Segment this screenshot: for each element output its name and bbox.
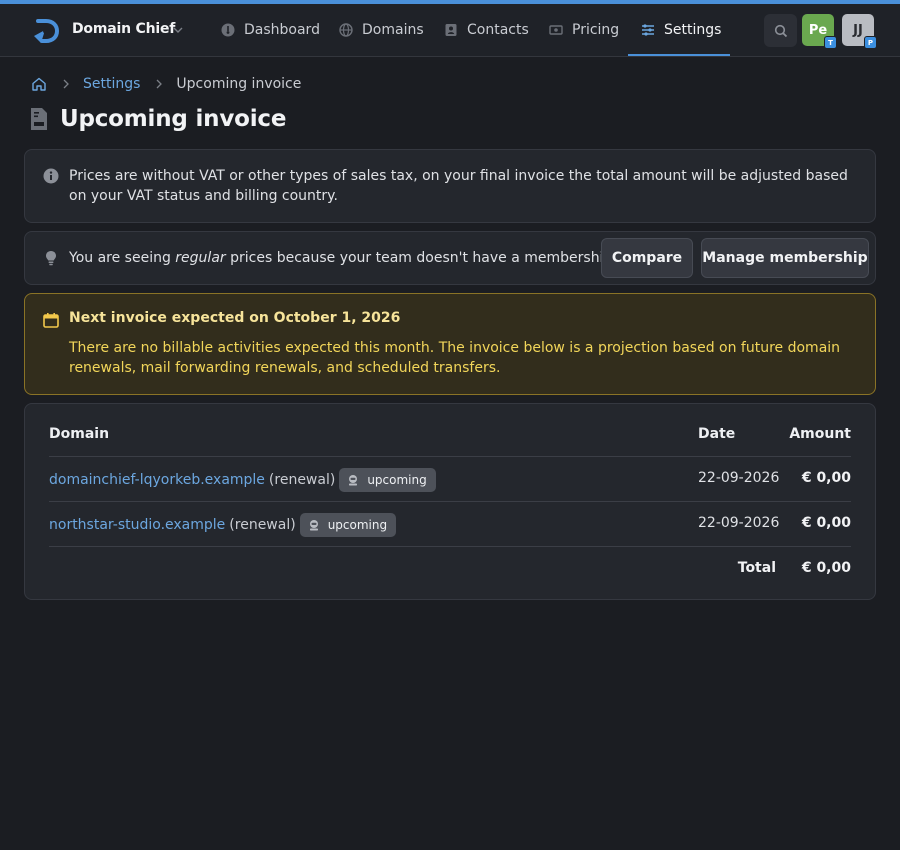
next-invoice-title: Next invoice expected on October 1, 2026 bbox=[69, 310, 401, 326]
table-row-date: 22-09-2026 bbox=[698, 470, 780, 486]
nav-settings-label: Settings bbox=[664, 22, 722, 38]
nav-pricing-label: Pricing bbox=[572, 22, 620, 38]
nav-dashboard[interactable]: Dashboard bbox=[221, 4, 320, 56]
search-icon bbox=[774, 24, 787, 37]
lightbulb-icon bbox=[46, 251, 56, 266]
membership-notice-suffix: prices because your team doesn't have a … bbox=[225, 250, 617, 266]
calendar-icon bbox=[43, 313, 59, 328]
search-button[interactable] bbox=[764, 14, 797, 47]
domain-link[interactable]: northstar-studio.example bbox=[49, 517, 225, 533]
manage-membership-button[interactable]: Manage membership bbox=[701, 238, 869, 278]
team-avatar-initials: JJ bbox=[853, 22, 863, 38]
robot-icon bbox=[349, 475, 358, 486]
total-label: Total bbox=[737, 560, 776, 576]
invoice-table: Domain Date Amount domainchief-lqyorkeb.… bbox=[24, 403, 876, 600]
compare-button[interactable]: Compare bbox=[601, 238, 693, 278]
pricing-icon bbox=[549, 25, 563, 35]
renewal-type: (renewal) bbox=[268, 472, 336, 488]
breadcrumb-current: Upcoming invoice bbox=[176, 76, 302, 92]
chevron-right-icon bbox=[63, 79, 69, 89]
next-invoice-description: There are no billable activities expecte… bbox=[69, 340, 841, 376]
nav-dashboard-label: Dashboard bbox=[244, 22, 320, 38]
column-header-domain: Domain bbox=[49, 426, 110, 442]
domain-link[interactable]: domainchief-lqyorkeb.example bbox=[49, 472, 265, 488]
status-badge-label: upcoming bbox=[367, 473, 427, 487]
table-row-amount: € 0,00 bbox=[801, 470, 851, 486]
breadcrumb: Settings Upcoming invoice bbox=[31, 76, 301, 92]
vat-notice: Prices are without VAT or other types of… bbox=[24, 149, 876, 223]
membership-notice-emphasis: regular bbox=[175, 250, 226, 266]
membership-notice: You are seeing regular prices because yo… bbox=[24, 231, 876, 285]
chevron-right-icon bbox=[156, 79, 163, 89]
vat-notice-text: Prices are without VAT or other types of… bbox=[69, 168, 848, 204]
breadcrumb-settings-link[interactable]: Settings bbox=[83, 76, 140, 92]
contacts-icon bbox=[445, 24, 457, 36]
plan-badge: P bbox=[864, 36, 877, 49]
total-amount: € 0,00 bbox=[801, 560, 851, 576]
nav-domains-label: Domains bbox=[362, 22, 424, 38]
renewal-type: (renewal) bbox=[229, 517, 296, 533]
membership-notice-text: You are seeing regular prices because yo… bbox=[69, 248, 617, 268]
next-invoice-alert: Next invoice expected on October 1, 2026… bbox=[24, 293, 876, 395]
top-navbar: Domain Chief Dashboard Domains Contacts … bbox=[0, 4, 900, 57]
row-divider bbox=[49, 501, 851, 502]
domain-chief-logo[interactable] bbox=[32, 16, 60, 44]
status-badge-label: upcoming bbox=[327, 518, 388, 532]
nav-settings[interactable]: Settings bbox=[641, 4, 721, 56]
table-row-domain: domainchief-lqyorkeb.example (renewal) u… bbox=[49, 468, 436, 492]
nav-contacts[interactable]: Contacts bbox=[444, 4, 529, 56]
table-row-amount: € 0,00 bbox=[801, 515, 851, 531]
status-badge: upcoming bbox=[299, 513, 397, 537]
table-row-domain: northstar-studio.example (renewal) upcom… bbox=[49, 513, 397, 537]
page-title: Upcoming invoice bbox=[60, 106, 287, 132]
info-icon bbox=[43, 168, 59, 184]
nav-domains[interactable]: Domains bbox=[339, 4, 424, 56]
user-avatar-initials: Pe bbox=[808, 22, 828, 38]
membership-notice-prefix: You are seeing bbox=[69, 250, 176, 266]
settings-sliders-icon bbox=[642, 24, 654, 36]
column-header-date: Date bbox=[698, 426, 736, 442]
status-badge: upcoming bbox=[339, 468, 436, 492]
globe-icon bbox=[339, 23, 353, 37]
team-avatar[interactable]: JJ P bbox=[842, 14, 877, 49]
dashboard-icon bbox=[221, 23, 235, 37]
active-tab-indicator bbox=[628, 54, 730, 56]
robot-icon bbox=[309, 520, 318, 531]
row-divider bbox=[49, 456, 851, 457]
team-badge: T bbox=[824, 36, 837, 49]
page-header: Upcoming invoice bbox=[29, 106, 286, 132]
user-avatar[interactable]: Pe T bbox=[802, 14, 837, 49]
row-divider bbox=[49, 546, 851, 547]
app-name[interactable]: Domain Chief bbox=[72, 21, 175, 37]
table-row-date: 22-09-2026 bbox=[698, 515, 780, 531]
home-icon[interactable] bbox=[31, 76, 47, 92]
nav-pricing[interactable]: Pricing bbox=[549, 4, 619, 56]
column-header-amount: Amount bbox=[789, 426, 851, 442]
invoice-file-icon bbox=[31, 108, 47, 130]
chevron-down-icon[interactable] bbox=[172, 24, 184, 36]
nav-contacts-label: Contacts bbox=[467, 22, 529, 38]
